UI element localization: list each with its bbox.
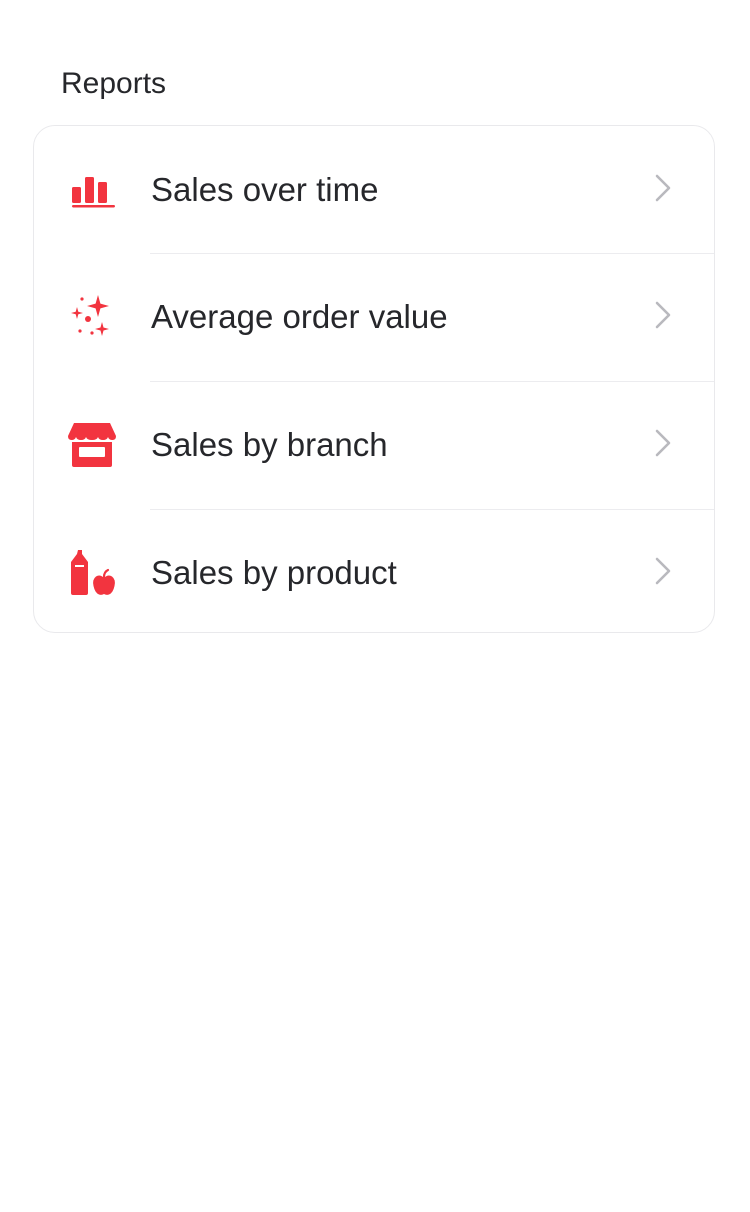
chevron-right-icon: [651, 555, 675, 587]
report-item-label: Sales by branch: [151, 426, 388, 463]
report-item-label: Sales by product: [151, 554, 397, 591]
reports-list: Sales over time Average order value Sale…: [33, 125, 715, 633]
chevron-right-icon: [651, 299, 675, 331]
row-divider: [150, 381, 714, 382]
row-divider: [150, 509, 714, 510]
storefront-icon: [68, 421, 116, 469]
report-item-sales-over-time[interactable]: Sales over time: [34, 126, 714, 253]
product-bottle-apple-icon: [68, 549, 116, 597]
report-item-average-order-value[interactable]: Average order value: [34, 253, 714, 381]
sparkles-icon: [68, 293, 116, 341]
report-item-sales-by-branch[interactable]: Sales by branch: [34, 381, 714, 509]
section-title: Reports: [61, 67, 167, 100]
chevron-right-icon: [651, 427, 675, 459]
row-divider: [150, 253, 714, 254]
bar-chart-icon: [68, 166, 116, 214]
chevron-right-icon: [651, 172, 675, 204]
report-item-sales-by-product[interactable]: Sales by product: [34, 509, 714, 632]
report-item-label: Sales over time: [151, 171, 379, 208]
report-item-label: Average order value: [151, 298, 448, 335]
